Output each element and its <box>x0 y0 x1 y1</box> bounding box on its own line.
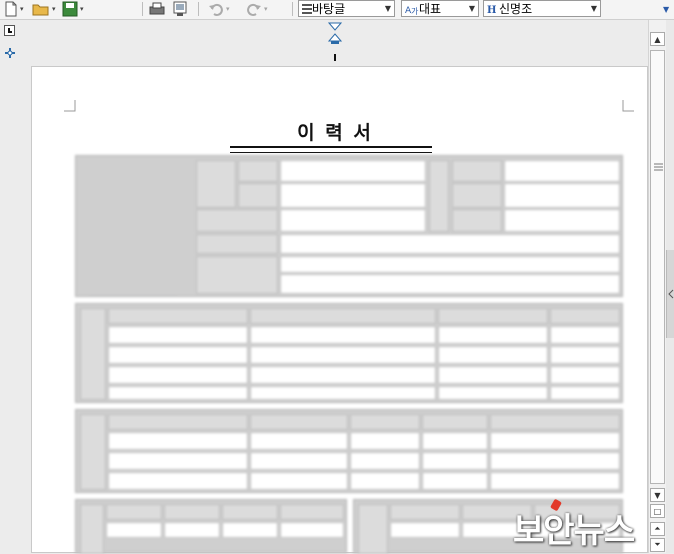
redo-button[interactable]: ▾ <box>246 1 268 17</box>
education-table <box>75 303 623 403</box>
toolbar-overflow-button[interactable]: ▼ <box>663 1 669 17</box>
chevron-down-icon: ▼ <box>654 490 661 500</box>
language-combo-value: 대표 <box>419 2 442 16</box>
new-document-icon <box>5 1 17 17</box>
scroll-thumb[interactable] <box>650 50 665 484</box>
double-chevron-up-icon: ⏶ <box>654 524 661 533</box>
redo-icon <box>247 3 261 16</box>
new-document-button[interactable]: ▾ <box>4 1 24 17</box>
tab-marker-icon <box>8 28 12 33</box>
ruler-toggle-icon[interactable] <box>3 46 17 60</box>
page-view-button[interactable]: □ <box>650 504 665 518</box>
chevron-up-icon: ▲ <box>654 34 661 44</box>
style-combo[interactable]: 바탕글 ▼ <box>298 0 395 17</box>
print-preview-icon <box>173 1 187 16</box>
page-view-icon: □ <box>653 506 662 516</box>
print-button[interactable] <box>148 1 166 17</box>
toolbar-separator <box>292 2 293 16</box>
chevron-down-icon: ▼ <box>663 4 670 14</box>
style-combo-value: 바탕글 <box>312 2 346 16</box>
language-combo[interactable]: A가 대표 ▼ <box>401 0 479 17</box>
next-page-button[interactable]: ⏷ <box>650 538 665 552</box>
indent-marker-icon[interactable] <box>328 22 342 44</box>
page-title: 이 력 서 <box>297 122 373 144</box>
svg-text:가: 가 <box>411 7 419 15</box>
chevron-down-icon: ▼ <box>468 4 475 13</box>
print-icon <box>149 2 165 15</box>
undo-icon <box>209 3 223 16</box>
chevron-down-icon: ▼ <box>384 4 391 13</box>
font-icon: H <box>487 5 496 15</box>
vertical-scrollbar[interactable]: ▲ ▼ □ ⏶ ⏷ <box>648 20 667 553</box>
side-panel-toggle[interactable] <box>666 250 674 338</box>
title-underline <box>230 146 432 153</box>
undo-button[interactable]: ▾ <box>208 1 230 17</box>
language-icon: A가 <box>405 6 419 15</box>
scroll-down-button[interactable]: ▼ <box>650 488 665 502</box>
toolbar: ▾ ▾ ▾ ▾ ▾ 바탕글 ▼ A가 대표 ▼ H 신명조 ▼ ▼ <box>0 0 674 20</box>
top-ruler <box>22 20 648 64</box>
save-button[interactable]: ▾ <box>62 1 84 17</box>
toolbar-separator <box>142 2 143 16</box>
style-icon <box>302 3 312 14</box>
previous-page-button[interactable]: ⏶ <box>650 522 665 536</box>
double-chevron-down-icon: ⏷ <box>654 540 661 549</box>
crop-mark <box>64 100 76 112</box>
open-folder-icon <box>32 4 49 16</box>
font-combo[interactable]: H 신명조 ▼ <box>483 0 601 17</box>
side-panel-strip <box>666 20 674 553</box>
toolbar-separator <box>198 2 199 16</box>
save-icon <box>62 1 78 17</box>
chevron-left-icon <box>668 289 674 299</box>
watermark-logo: 보안뉴스 <box>513 511 635 551</box>
cursor-position-marker <box>334 54 336 61</box>
license-table <box>75 499 347 554</box>
open-button[interactable]: ▾ <box>32 1 56 17</box>
personal-info-table <box>75 155 623 297</box>
print-preview-button[interactable] <box>172 1 188 17</box>
crop-mark <box>622 100 634 112</box>
scroll-up-button[interactable]: ▲ <box>650 32 665 46</box>
svg-text:H: H <box>487 5 496 15</box>
career-table <box>75 409 623 493</box>
chevron-down-icon: ▼ <box>590 4 597 13</box>
left-ruler-strip <box>0 20 22 553</box>
grip-icon <box>654 163 663 171</box>
tab-marker-button[interactable] <box>4 25 15 36</box>
font-combo-value: 신명조 <box>499 2 533 16</box>
